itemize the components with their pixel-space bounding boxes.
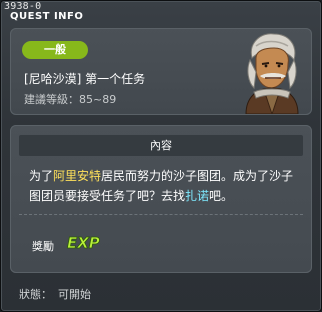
- exp-reward-icon: EXP: [67, 234, 101, 252]
- npc-portrait-icon: [245, 33, 299, 114]
- content-description: 为了阿里安特居民而努力的沙子图团。成为了沙子图团员要接受任务了吧？去找扎诺吧。: [29, 166, 299, 206]
- status-value: 可開始: [58, 288, 91, 301]
- quest-name: [尼哈沙漠] 第一个任务: [24, 72, 146, 86]
- content-text-part-3: 吧。: [209, 189, 234, 203]
- quest-level: 建議等級：85~89: [24, 91, 116, 107]
- content-header: 內容: [19, 135, 303, 156]
- content-divider: [19, 214, 303, 215]
- window-title: QUEST INFO: [10, 11, 84, 22]
- reward-label: 獎勵: [32, 240, 54, 253]
- content-text-part-1: 为了: [29, 169, 54, 183]
- quest-grade-badge: 一般: [22, 41, 88, 59]
- quest-info-window: 3938-0 QUEST INFO 一般 [尼哈沙漠] 第一个任务 建議等級：8…: [0, 0, 322, 312]
- highlight-npc-name: 扎诺: [185, 189, 210, 203]
- quest-summary-panel: 一般 [尼哈沙漠] 第一个任务 建議等級：85~89: [10, 28, 312, 115]
- quest-status: 狀態： 可開始: [19, 286, 97, 302]
- status-label: 狀態：: [19, 288, 52, 301]
- quest-level-label: 建議等級：: [24, 93, 79, 106]
- quest-level-range: 85~89: [79, 93, 117, 106]
- exp-reward-text: EXP: [67, 234, 100, 252]
- quest-content-panel: 內容 为了阿里安特居民而努力的沙子图团。成为了沙子图团员要接受任务了吧？去找扎诺…: [10, 125, 312, 273]
- highlight-place-name: 阿里安特: [53, 169, 102, 183]
